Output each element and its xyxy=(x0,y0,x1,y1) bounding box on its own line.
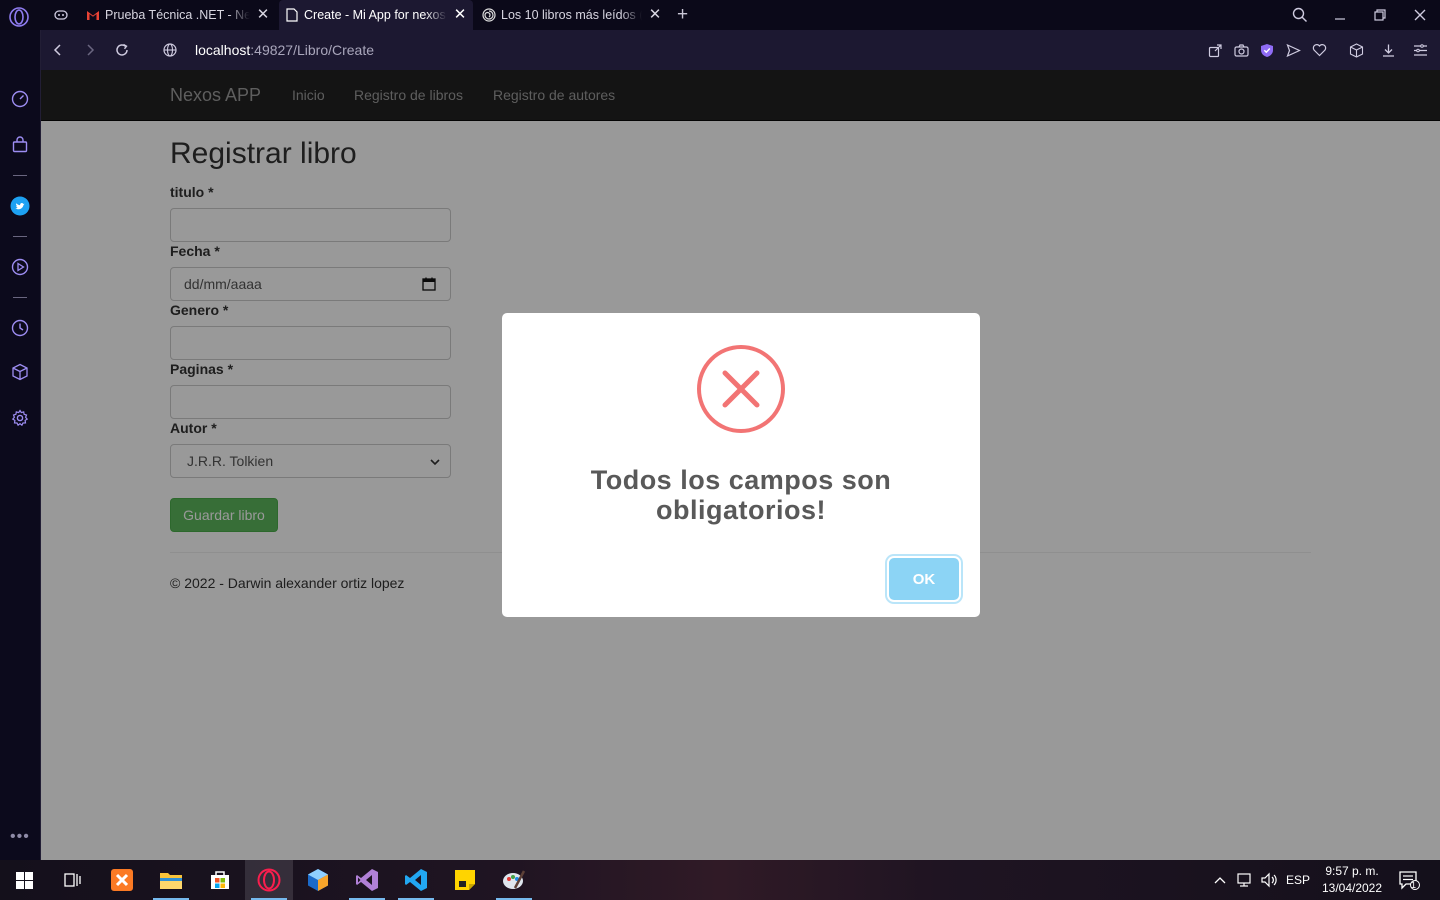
network-icon[interactable] xyxy=(1234,860,1256,900)
heart-icon[interactable] xyxy=(1309,40,1329,60)
notification-count: 1 xyxy=(1411,880,1417,890)
show-hidden-icons-chevron-icon[interactable] xyxy=(1210,860,1230,900)
close-tab-icon[interactable]: ✕ xyxy=(256,7,270,22)
system-clock[interactable]: 9:57 p. m. 13/04/2022 xyxy=(1316,863,1388,897)
ok-button[interactable]: OK xyxy=(889,558,959,600)
page-viewport: Nexos APP Inicio Registro de libros Regi… xyxy=(41,70,1440,860)
windows-start-icon[interactable] xyxy=(0,860,48,900)
microsoft-store-icon[interactable] xyxy=(196,860,244,900)
alert-title: Todos los campos son obligatorios! xyxy=(590,465,892,525)
back-icon[interactable] xyxy=(48,40,68,60)
address-bar: localhost:49827/Libro/Create xyxy=(41,30,1440,70)
url-host: localhost xyxy=(195,42,251,58)
download-icon[interactable] xyxy=(1378,40,1398,60)
tab-gaming[interactable] xyxy=(48,0,72,30)
task-view-icon[interactable] xyxy=(48,860,96,900)
gmail-icon xyxy=(86,8,100,22)
easy-setup-menu-icon[interactable] xyxy=(1410,40,1430,60)
tab-title: Prueba Técnica .NET - Nexos xyxy=(105,8,250,22)
more-icon[interactable]: ••• xyxy=(10,828,30,846)
clock-date: 13/04/2022 xyxy=(1321,881,1383,895)
spiral-site-icon xyxy=(482,8,496,22)
volume-icon[interactable] xyxy=(1258,860,1280,900)
windows-taskbar: ESP 9:57 p. m. 13/04/2022 1 xyxy=(0,860,1440,900)
extensions-cube-icon[interactable] xyxy=(1346,40,1366,60)
tab-libros-mas-leidos[interactable]: Los 10 libros más leídos (y ✕ xyxy=(476,0,668,30)
opera-gx-taskbar-icon[interactable] xyxy=(245,860,293,900)
file-explorer-icon[interactable] xyxy=(147,860,195,900)
search-tabs-icon[interactable] xyxy=(1280,0,1320,30)
vscode-icon[interactable] xyxy=(392,860,440,900)
visual-studio-icon[interactable] xyxy=(343,860,391,900)
xampp-icon[interactable] xyxy=(98,860,146,900)
restore-button[interactable] xyxy=(1360,0,1400,30)
browser-tab-bar: Prueba Técnica .NET - Nexos ✕ Create - M… xyxy=(0,0,1440,30)
new-tab-button[interactable]: + xyxy=(677,4,688,26)
twitter-icon[interactable] xyxy=(10,196,30,216)
settings-gear-icon[interactable] xyxy=(10,408,30,428)
netbeans-icon[interactable] xyxy=(294,860,342,900)
tab-create-libro[interactable]: Create - Mi App for nexos software ✕ xyxy=(279,0,473,30)
close-tab-icon[interactable]: ✕ xyxy=(453,7,467,22)
history-icon[interactable] xyxy=(10,318,30,338)
url-field[interactable]: localhost:49827/Libro/Create xyxy=(195,42,374,58)
notifications-icon[interactable]: 1 xyxy=(1394,860,1424,900)
gamepad-icon xyxy=(54,8,68,22)
opera-menu-icon[interactable] xyxy=(8,6,30,28)
shopping-bag-icon[interactable] xyxy=(10,135,30,155)
site-info-globe-icon[interactable] xyxy=(160,40,180,60)
close-tab-icon[interactable]: ✕ xyxy=(648,7,662,22)
paint-icon[interactable] xyxy=(490,860,538,900)
extensions-cube-icon[interactable] xyxy=(10,362,30,382)
vpn-shield-icon[interactable] xyxy=(1257,40,1277,60)
close-window-button[interactable] xyxy=(1400,0,1440,30)
minimize-button[interactable] xyxy=(1320,0,1360,30)
tab-gmail[interactable]: Prueba Técnica .NET - Nexos ✕ xyxy=(80,0,276,30)
speed-dial-icon[interactable] xyxy=(10,89,30,109)
send-icon[interactable] xyxy=(1283,40,1303,60)
sticky-notes-icon[interactable] xyxy=(441,860,489,900)
alert-dialog: Todos los campos son obligatorios! OK xyxy=(502,313,980,617)
reload-icon[interactable] xyxy=(112,40,132,60)
browser-sidebar: ••• xyxy=(0,30,41,860)
input-language[interactable]: ESP xyxy=(1284,860,1312,900)
player-icon[interactable] xyxy=(10,257,30,277)
snapshot-camera-icon[interactable] xyxy=(1231,40,1251,60)
share-icon[interactable] xyxy=(1205,40,1225,60)
page-icon xyxy=(285,8,299,22)
tab-title: Los 10 libros más leídos (y xyxy=(501,8,642,22)
tab-title: Create - Mi App for nexos software xyxy=(304,8,447,22)
forward-icon[interactable] xyxy=(80,40,100,60)
clock-time: 9:57 p. m. xyxy=(1325,864,1379,878)
error-x-icon xyxy=(697,345,785,433)
url-path: :49827/Libro/Create xyxy=(250,42,375,58)
